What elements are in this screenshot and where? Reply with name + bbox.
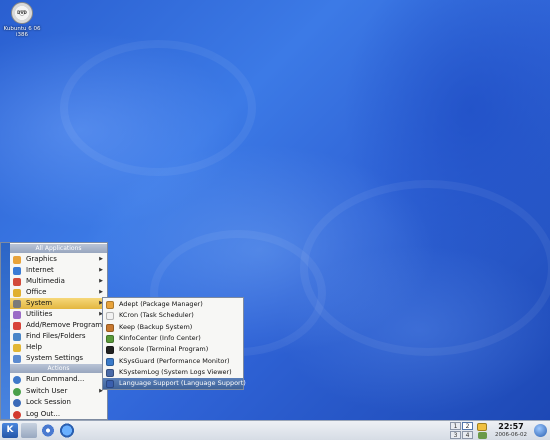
- system-submenu-item[interactable]: KSysGuard (Performance Monitor): [103, 356, 243, 367]
- kmenu-side-strip: kubuntu: [1, 243, 10, 419]
- system-submenu-item-label: KSystemLog (System Logs Viewer): [119, 367, 232, 376]
- add-remove-programs-icon: [13, 322, 21, 330]
- kmenu-action-label: Lock Session: [26, 398, 71, 406]
- pager-desktop-2[interactable]: 2: [462, 422, 473, 430]
- run-command-icon: [13, 376, 21, 384]
- help-icon: [13, 344, 21, 352]
- system-submenu-item[interactable]: Konsole (Terminal Program): [103, 344, 243, 355]
- kmenu-item-label: Help: [26, 343, 42, 351]
- wallpaper-swirl: [300, 180, 550, 356]
- kubuntu-tray-icon[interactable]: [534, 424, 547, 437]
- log-out-icon: [13, 410, 21, 419]
- system-submenu: Adept (Package Manager) KCron (Task Sched…: [102, 297, 246, 390]
- kmenu-item-label: System Settings: [26, 354, 84, 362]
- system-submenu-item[interactable]: KCron (Task Scheduler): [103, 310, 243, 321]
- menu-header-actions: Actions: [10, 364, 107, 373]
- kmenu-item-label: Office: [26, 288, 47, 296]
- app-icon: [106, 334, 114, 343]
- kmenu-item-label: Find Files/Folders: [26, 332, 86, 340]
- app-icon: [106, 357, 114, 366]
- kmenu-action-log-out[interactable]: Log Out...: [10, 409, 107, 420]
- submenu-arrow-icon: ▶: [99, 267, 103, 273]
- internet-icon: [13, 267, 21, 275]
- kmenu-action-label: Log Out...: [26, 409, 61, 418]
- kmenu-item-label: Add/Remove Programs: [26, 321, 106, 329]
- kmenu-action-run-command[interactable]: Run Command...: [10, 374, 107, 385]
- kmenu-item-label: System: [26, 299, 53, 307]
- clock-time[interactable]: 22:57: [494, 422, 528, 431]
- kmenu-item-find-files-folders[interactable]: Find Files/Folders: [10, 331, 107, 342]
- kmenu-item-help[interactable]: Help: [10, 342, 107, 353]
- app-icon: [106, 301, 114, 309]
- taskbar: K 1 2 3 4 22:57 2006-06-02: [0, 420, 550, 440]
- pager-desktop-1[interactable]: 1: [450, 422, 461, 430]
- menu-header-all-applications: All Applications: [10, 244, 107, 253]
- wallpaper-swirl: [60, 40, 256, 176]
- dvd-icon: DVD: [11, 2, 33, 24]
- kmenu-item-system-settings[interactable]: System Settings: [10, 353, 107, 364]
- k-menu: kubuntu All Applications Graphics▶Intern…: [0, 242, 108, 420]
- system-submenu-item-label: KSysGuard (Performance Monitor): [119, 356, 230, 365]
- kmenu-item-graphics[interactable]: Graphics ▶: [10, 254, 107, 265]
- system-submenu-item-label: Keep (Backup System): [119, 322, 193, 331]
- system-icon: [13, 300, 21, 308]
- system-submenu-item[interactable]: Adept (Package Manager): [103, 299, 243, 310]
- kmenu-action-switch-user[interactable]: Switch User ▶: [10, 386, 107, 397]
- system-submenu-item[interactable]: KSystemLog (System Logs Viewer): [103, 367, 243, 378]
- office-icon: [13, 289, 21, 297]
- kmenu-item-label: Utilities: [26, 310, 53, 318]
- system-settings-icon: [13, 355, 21, 363]
- k-menu-button[interactable]: K: [2, 423, 18, 438]
- kmenu-item-label: Multimedia: [26, 277, 65, 285]
- kmenu-item-multimedia[interactable]: Multimedia ▶: [10, 276, 107, 287]
- kmenu-item-label: Graphics: [26, 255, 57, 263]
- kmenu-item-label: Internet: [26, 266, 54, 274]
- pager-desktop-3[interactable]: 3: [450, 431, 461, 439]
- multimedia-icon: [13, 278, 21, 286]
- app-icon: [106, 323, 114, 332]
- switch-user-icon: [13, 387, 21, 396]
- kmenu-item-office[interactable]: Office ▶: [10, 287, 107, 298]
- desktop-icon-label: Kubuntu 6 06 i386: [3, 26, 41, 38]
- kmenu-item-internet[interactable]: Internet ▶: [10, 265, 107, 276]
- lock-session-icon: [13, 399, 21, 407]
- utilities-icon: [13, 311, 21, 319]
- app-icon: [106, 368, 114, 377]
- web-browser-icon[interactable]: [59, 423, 75, 438]
- kmenu-item-utilities[interactable]: Utilities▶: [10, 309, 107, 320]
- clock-date: 2006-06-02: [495, 432, 527, 438]
- find-files-folders-icon: [13, 333, 21, 341]
- system-submenu-item-label: Konsole (Terminal Program): [119, 345, 209, 354]
- system-submenu-item-label: Language Support (Language Support): [119, 379, 246, 388]
- pager-desktop-4[interactable]: 4: [462, 431, 473, 439]
- kmenu-action-lock-session[interactable]: Lock Session: [10, 397, 107, 408]
- system-submenu-item[interactable]: Keep (Backup System): [103, 322, 243, 333]
- system-submenu-item-label: Adept (Package Manager): [119, 300, 203, 308]
- kmenu-item-add-remove-programs[interactable]: Add/Remove Programs: [10, 320, 107, 331]
- desktop-icon-dvd[interactable]: DVD Kubuntu 6 06 i386: [2, 2, 42, 38]
- show-desktop-icon[interactable]: [21, 423, 37, 438]
- kmenu-action-label: Run Command...: [26, 375, 85, 383]
- graphics-icon: [13, 256, 21, 264]
- kmenu-action-label: Switch User: [26, 386, 68, 395]
- home-folder-icon[interactable]: [40, 423, 56, 438]
- kmenu-item-system[interactable]: System▶: [10, 298, 107, 309]
- app-icon: [106, 380, 114, 389]
- system-submenu-item[interactable]: KInfoCenter (Info Center): [103, 333, 243, 344]
- system-submenu-item-label: KInfoCenter (Info Center): [119, 333, 201, 342]
- app-icon: [106, 346, 114, 355]
- system-submenu-item-label: KCron (Task Scheduler): [119, 311, 194, 320]
- clipboard-icon[interactable]: [477, 423, 487, 431]
- app-icon: [106, 312, 114, 321]
- submenu-arrow-icon: ▶: [99, 278, 103, 284]
- system-submenu-item[interactable]: Language Support (Language Support): [103, 378, 246, 390]
- update-notifier-icon[interactable]: [478, 432, 487, 439]
- submenu-arrow-icon: ▶: [99, 256, 103, 262]
